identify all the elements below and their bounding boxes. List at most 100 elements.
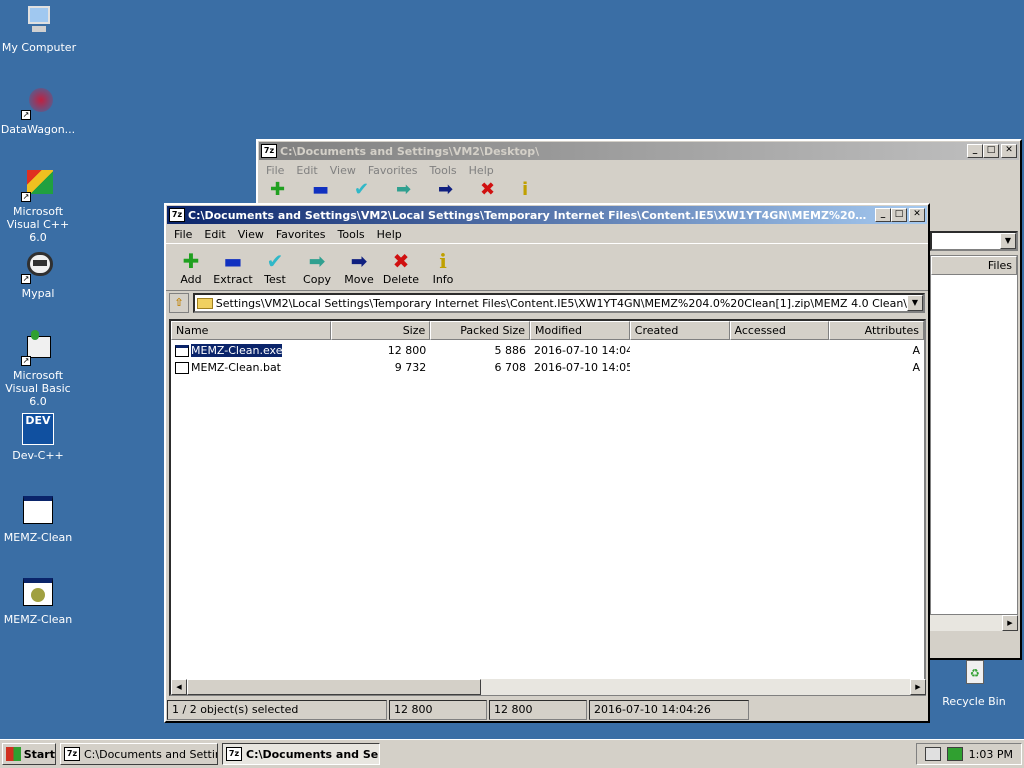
menu-favorites[interactable]: Favorites: [270, 228, 332, 241]
desktop-icon-recycle-bin[interactable]: ♻ Recycle Bin: [934, 658, 1014, 708]
desktop-icon-my-computer[interactable]: My Computer: [0, 4, 79, 54]
delete-button[interactable]: ✖ Delete: [380, 246, 422, 288]
delete-icon: ✖: [392, 249, 410, 273]
desktop-icon-visual-basic[interactable]: ↗ Microsoft Visual Basic 6.0: [0, 330, 78, 408]
column-header-accessed[interactable]: Accessed: [729, 321, 830, 340]
status-modified: 2016-07-10 14:04:26: [589, 700, 749, 720]
file-size: 12 800: [387, 344, 427, 357]
menu-file[interactable]: File: [168, 228, 198, 241]
file-name-cell: MEMZ-Clean.exe: [171, 344, 331, 357]
taskbar-button-back-window[interactable]: 7z C:\Documents and Settin...: [60, 743, 218, 765]
datawagon-icon: ↗: [21, 86, 55, 120]
address-text: C:\Documents and Settings\VM2\Local Sett…: [215, 296, 907, 310]
add-icon[interactable]: ✚: [270, 179, 312, 199]
keyboard-icon[interactable]: [924, 747, 941, 761]
start-label: Start: [23, 747, 55, 761]
desktop-icon-dev-cpp[interactable]: DEV Dev-C++: [0, 412, 78, 462]
menu-tools[interactable]: Tools: [424, 164, 463, 177]
maximize-button[interactable]: □: [891, 208, 907, 222]
column-header-attributes[interactable]: Attributes: [829, 321, 924, 340]
test-icon[interactable]: ✔: [354, 179, 396, 199]
clock[interactable]: 1:03 PM: [969, 748, 1013, 761]
folder-icon: [197, 297, 213, 309]
file-name-cell: MEMZ-Clean.bat: [171, 361, 331, 374]
file-modified: 2016-07-10 14:04: [534, 344, 630, 357]
info-icon[interactable]: i: [522, 179, 564, 199]
menu-help[interactable]: Help: [371, 228, 408, 241]
column-header-modified[interactable]: Modified: [530, 321, 630, 340]
copy-icon[interactable]: ➡: [396, 179, 438, 199]
horizontal-scrollbar[interactable]: ◀ ▶: [171, 679, 926, 695]
file-list[interactable]: Name Size Packed Size Modified Created A…: [169, 319, 926, 696]
minimize-button[interactable]: _: [875, 208, 891, 222]
scroll-right-icon[interactable]: ▶: [1002, 615, 1018, 631]
desktop-icon-visual-cpp[interactable]: ↗ Microsoft Visual C++ 6.0: [0, 168, 78, 244]
copy-button[interactable]: ➡ Copy: [296, 246, 338, 288]
scrollbar-thumb[interactable]: [187, 679, 481, 695]
column-header-files[interactable]: Files: [931, 256, 1017, 275]
taskbar-button-front-window[interactable]: 7z C:\Documents and Se...: [222, 743, 380, 765]
menu-edit[interactable]: Edit: [290, 164, 323, 177]
info-button[interactable]: i Info: [422, 246, 464, 288]
desktop-icon-mypal[interactable]: ↗ Mypal: [0, 250, 78, 300]
copy-icon: ➡: [308, 249, 326, 273]
extract-icon[interactable]: ▬: [312, 179, 354, 199]
move-button[interactable]: ➡ Move: [338, 246, 380, 288]
menu-help[interactable]: Help: [463, 164, 500, 177]
extract-icon: ▬: [223, 249, 243, 273]
address-dropdown-button[interactable]: ▼: [907, 295, 923, 311]
file-packed-size: 6 708: [494, 361, 527, 374]
scroll-right-icon[interactable]: ▶: [910, 679, 926, 695]
menu-favorites[interactable]: Favorites: [362, 164, 424, 177]
menu-view[interactable]: View: [232, 228, 270, 241]
menu-edit[interactable]: Edit: [198, 228, 231, 241]
extract-label: Extract: [213, 273, 253, 286]
minimize-button[interactable]: _: [967, 144, 983, 158]
up-folder-icon[interactable]: ⇧: [169, 293, 189, 313]
test-label: Test: [264, 273, 286, 286]
back-address-box[interactable]: ▼: [930, 231, 1018, 251]
test-button[interactable]: ✔ Test: [254, 246, 296, 288]
desktop-icon-label: Recycle Bin: [942, 695, 1006, 708]
start-button[interactable]: Start: [2, 743, 56, 765]
file-size: 9 732: [394, 361, 427, 374]
maximize-button[interactable]: □: [983, 144, 999, 158]
desktop-icon-datawagon[interactable]: ↗ DataWagon...: [0, 86, 78, 136]
back-window-titlebar[interactable]: 7z C:\Documents and Settings\VM2\Desktop…: [259, 142, 1019, 160]
shortcut-arrow-icon: ↗: [21, 192, 31, 202]
column-header-size[interactable]: Size: [330, 321, 431, 340]
column-header-packed-size[interactable]: Packed Size: [430, 321, 531, 340]
close-button[interactable]: ✕: [1001, 144, 1017, 158]
desktop-icon-label: MEMZ-Clean: [3, 613, 73, 626]
back-horizontal-scrollbar[interactable]: ▶: [930, 615, 1018, 631]
close-button[interactable]: ✕: [909, 208, 925, 222]
menu-tools[interactable]: Tools: [332, 228, 371, 241]
status-size: 12 800: [389, 700, 487, 720]
info-icon: i: [439, 249, 447, 273]
network-icon[interactable]: [946, 747, 963, 761]
move-icon[interactable]: ➡: [438, 179, 480, 199]
menu-file[interactable]: File: [260, 164, 290, 177]
extract-button[interactable]: ▬ Extract: [212, 246, 254, 288]
memz-clean-exe-icon: [21, 494, 55, 528]
menu-view[interactable]: View: [324, 164, 362, 177]
desktop-icon-memz-clean-exe[interactable]: MEMZ-Clean: [0, 494, 78, 544]
status-selection: 1 / 2 object(s) selected: [167, 700, 387, 720]
taskbar-button-label: C:\Documents and Settin...: [84, 747, 218, 761]
move-icon: ➡: [350, 249, 368, 273]
table-row[interactable]: MEMZ-Clean.exe 12 800 5 886 2016-07-10 1…: [171, 342, 924, 359]
scroll-left-icon[interactable]: ◀: [171, 679, 187, 695]
column-header-created[interactable]: Created: [629, 321, 730, 340]
delete-icon[interactable]: ✖: [480, 179, 522, 199]
back-file-list[interactable]: Files: [930, 255, 1018, 615]
front-window[interactable]: 7z C:\Documents and Settings\VM2\Local S…: [164, 203, 930, 723]
column-header-name[interactable]: Name: [171, 321, 331, 340]
add-label: Add: [180, 273, 202, 286]
address-field[interactable]: C:\Documents and Settings\VM2\Local Sett…: [193, 293, 925, 313]
address-dropdown-button[interactable]: ▼: [1000, 233, 1016, 249]
table-row[interactable]: MEMZ-Clean.bat 9 732 6 708 2016-07-10 14…: [171, 359, 924, 376]
add-button[interactable]: ✚ Add: [170, 246, 212, 288]
front-window-titlebar[interactable]: 7z C:\Documents and Settings\VM2\Local S…: [167, 206, 927, 224]
desktop-icon-memz-clean-bat[interactable]: MEMZ-Clean: [0, 576, 78, 626]
toolbar: ✚ Add ▬ Extract ✔ Test ➡ Copy ➡ Move ✖ D…: [166, 243, 928, 291]
